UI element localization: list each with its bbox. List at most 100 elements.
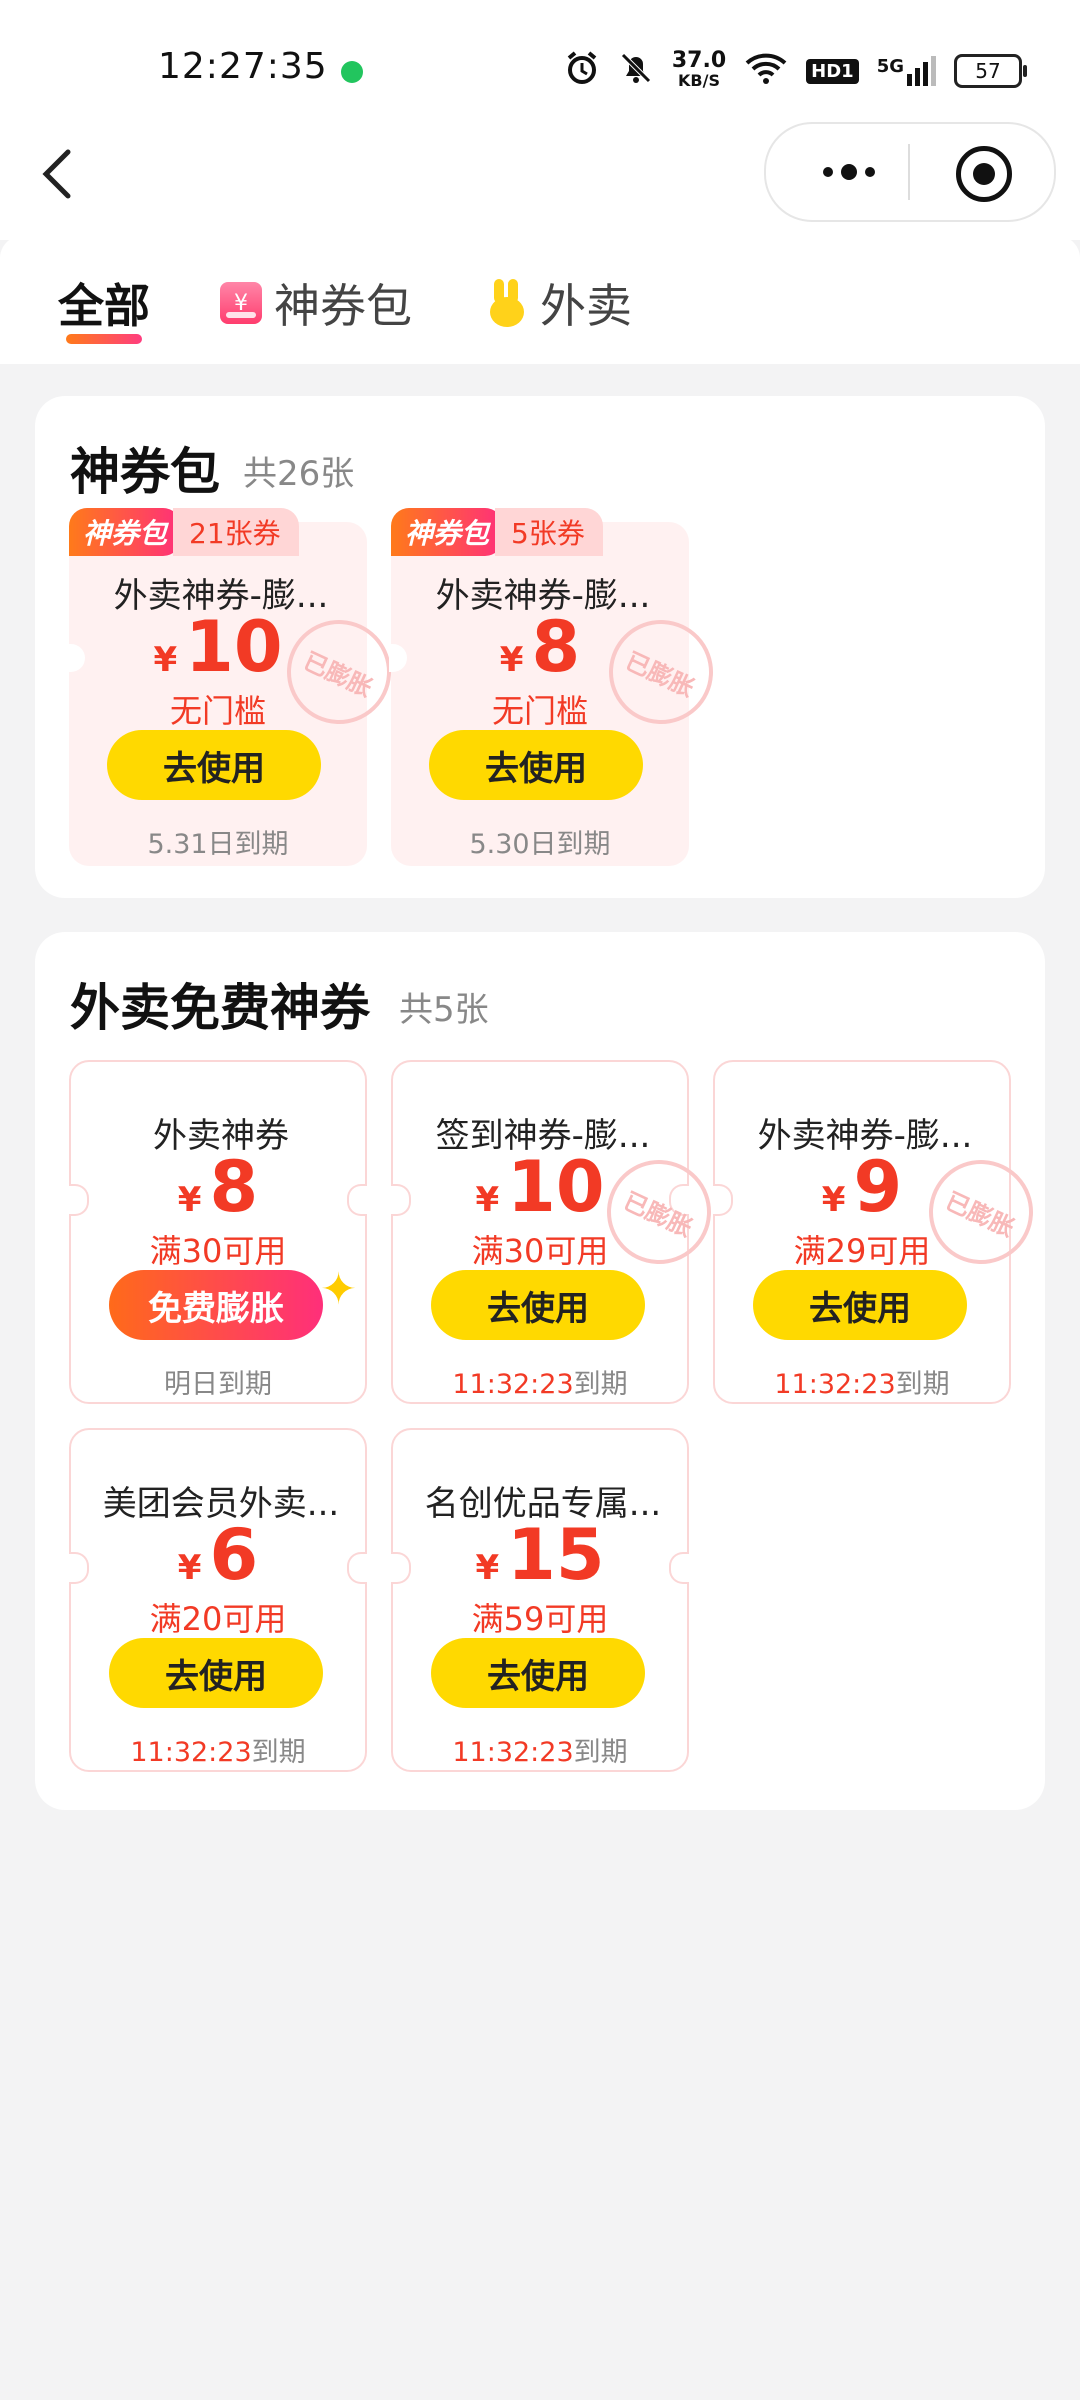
coupon-condition: 无门槛 xyxy=(491,692,588,730)
expiry-countdown: 11:32:23 xyxy=(130,1737,252,1768)
coupon-card[interactable]: 已膨胀 外卖神券-膨... ¥9 满29可用 去使用 11:32:23到期 xyxy=(713,1060,1051,1404)
badge-count: 5张券 xyxy=(495,508,603,556)
expiry-suffix: 到期 xyxy=(251,1737,306,1768)
more-options-icon[interactable] xyxy=(804,148,894,196)
coupon-expiry: 5.30日到期 xyxy=(469,829,611,860)
use-coupon-button[interactable]: 去使用 xyxy=(109,1638,323,1708)
badge-count: 21张券 xyxy=(173,508,299,556)
coupon-pack-section: 神券包 共26张 神券包 21张券 已膨胀 外卖神券-膨... ¥10 无门槛 … xyxy=(35,396,1045,898)
free-inflate-button[interactable]: 免费膨胀 ✦ xyxy=(109,1264,357,1340)
currency-symbol: ¥ xyxy=(499,640,524,680)
cell-signal-icon: 5G xyxy=(877,56,936,86)
currency-symbol: ¥ xyxy=(475,1548,500,1588)
tab-coupon-pack-label: 神券包 xyxy=(274,279,412,333)
coupon-amount: 8 xyxy=(209,1146,259,1228)
use-coupon-button[interactable]: 去使用 xyxy=(429,730,643,800)
coupon-expiry: 明日到期 xyxy=(164,1369,272,1400)
coupon-card[interactable]: 名创优品专属... ¥15 满59可用 去使用 11:32:23到期 xyxy=(391,1428,689,1772)
hd-badge: HD1 xyxy=(806,58,859,84)
miniprogram-capsule xyxy=(764,122,1056,222)
coupon-price: ¥8 xyxy=(391,606,689,688)
net-speed: 37.0 KB/S xyxy=(671,48,727,91)
expiry-countdown: 11:32:23 xyxy=(452,1369,574,1400)
back-arrow-icon[interactable] xyxy=(38,144,88,214)
coupon-condition: 满29可用 xyxy=(793,1232,931,1270)
coupon-amount: 8 xyxy=(531,606,581,688)
sparkle-icon: ✦ xyxy=(320,1264,357,1315)
coupon-condition: 满30可用 xyxy=(471,1232,609,1270)
signal-type: 5G xyxy=(876,56,904,77)
active-tab-indicator xyxy=(66,334,142,344)
net-speed-value: 37.0 xyxy=(671,48,727,73)
currency-symbol: ¥ xyxy=(821,1180,846,1220)
section-count: 共5张 xyxy=(399,990,489,1030)
status-bar: 12:27:35 37.0 KB/S HD1 5G 57 xyxy=(0,0,1080,120)
status-time: 12:27:35 xyxy=(158,46,328,87)
coupon-amount: 10 xyxy=(185,606,283,688)
battery-icon: 57 xyxy=(954,54,1027,88)
capsule-divider xyxy=(908,144,910,200)
coupon-bag-icon: ¥ xyxy=(220,282,262,324)
free-inflate-label: 免费膨胀 xyxy=(148,1288,284,1329)
tab-takeout-label: 外卖 xyxy=(540,279,632,333)
section-title: 外卖免费神券 xyxy=(70,979,370,1037)
use-coupon-button[interactable]: 去使用 xyxy=(431,1270,645,1340)
tab-all-label: 全部 xyxy=(58,279,150,333)
free-coupon-section: 外卖免费神券 共5张 外卖神券 ¥8 满30可用 免费膨胀 ✦ 明日到期 已膨胀 … xyxy=(35,932,1051,1810)
coupon-card[interactable]: 已膨胀 签到神券-膨... ¥10 满30可用 去使用 11:32:23到期 xyxy=(391,1060,729,1404)
coupon-price: ¥9 xyxy=(715,1146,1009,1228)
coupon-condition: 无门槛 xyxy=(169,692,266,730)
coupon-expiry: 11:32:23到期 xyxy=(715,1362,1009,1401)
nav-bar xyxy=(0,120,1080,240)
coupon-amount: 6 xyxy=(209,1514,259,1596)
coupon-condition: 满20可用 xyxy=(149,1600,287,1638)
coupon-amount: 10 xyxy=(507,1146,605,1228)
close-miniprogram-icon[interactable] xyxy=(956,146,1012,202)
tab-coupon-pack[interactable]: ¥ 神券包 xyxy=(220,270,412,336)
section-count: 共26张 xyxy=(243,454,355,494)
coupon-card[interactable]: 神券包 21张券 已膨胀 外卖神券-膨... ¥10 无门槛 去使用 5.31日… xyxy=(67,508,409,866)
expiry-suffix: 到期 xyxy=(895,1369,950,1400)
coupon-amount: 15 xyxy=(507,1514,605,1596)
currency-symbol: ¥ xyxy=(153,640,178,680)
currency-symbol: ¥ xyxy=(177,1548,202,1588)
net-speed-unit: KB/S xyxy=(678,71,720,90)
tab-takeout[interactable]: 外卖 xyxy=(486,270,632,336)
use-coupon-button[interactable]: 去使用 xyxy=(431,1638,645,1708)
tab-bar: 全部 ¥ 神券包 外卖 xyxy=(0,236,1080,364)
expiry-suffix: 到期 xyxy=(573,1369,628,1400)
coupon-expiry: 5.31日到期 xyxy=(147,829,289,860)
expiry-suffix: 到期 xyxy=(573,1737,628,1768)
coupon-price: ¥10 xyxy=(69,606,367,688)
coupon-price: ¥15 xyxy=(393,1514,687,1596)
battery-level: 57 xyxy=(975,59,1001,83)
coupon-expiry: 11:32:23到期 xyxy=(393,1730,687,1769)
coupon-card[interactable]: 美团会员外卖... ¥6 满20可用 去使用 11:32:23到期 xyxy=(69,1428,367,1772)
tab-all[interactable]: 全部 xyxy=(58,270,150,336)
use-coupon-button[interactable]: 去使用 xyxy=(753,1270,967,1340)
coupon-price: ¥6 xyxy=(71,1514,365,1596)
coupon-price: ¥8 xyxy=(71,1146,365,1228)
currency-symbol: ¥ xyxy=(177,1180,202,1220)
use-coupon-button[interactable]: 去使用 xyxy=(107,730,321,800)
mute-bell-icon xyxy=(618,50,654,92)
rabbit-icon xyxy=(486,279,528,327)
expiry-countdown: 11:32:23 xyxy=(452,1737,574,1768)
coupon-amount: 9 xyxy=(853,1146,903,1228)
wifi-icon xyxy=(744,51,788,91)
coupon-expiry: 11:32:23到期 xyxy=(393,1362,687,1401)
coupon-card[interactable]: 神券包 5张券 已膨胀 外卖神券-膨... ¥8 无门槛 去使用 5.30日到期 xyxy=(389,508,731,866)
coupon-badge: 神券包 21张券 xyxy=(69,508,299,556)
badge-label: 神券包 xyxy=(391,508,504,556)
currency-symbol: ¥ xyxy=(475,1180,500,1220)
status-icons: 37.0 KB/S HD1 5G 57 xyxy=(564,46,1027,96)
expiry-countdown: 11:32:23 xyxy=(774,1369,896,1400)
coupon-expiry: 11:32:23到期 xyxy=(71,1730,365,1769)
badge-label: 神券包 xyxy=(69,508,182,556)
coupon-badge: 神券包 5张券 xyxy=(391,508,603,556)
coupon-price: ¥10 xyxy=(393,1146,687,1228)
alarm-icon xyxy=(564,50,600,92)
coupon-card[interactable]: 外卖神券 ¥8 满30可用 免费膨胀 ✦ 明日到期 xyxy=(69,1060,367,1404)
section-title: 神券包 xyxy=(70,443,220,501)
notification-dot-icon xyxy=(341,61,363,83)
